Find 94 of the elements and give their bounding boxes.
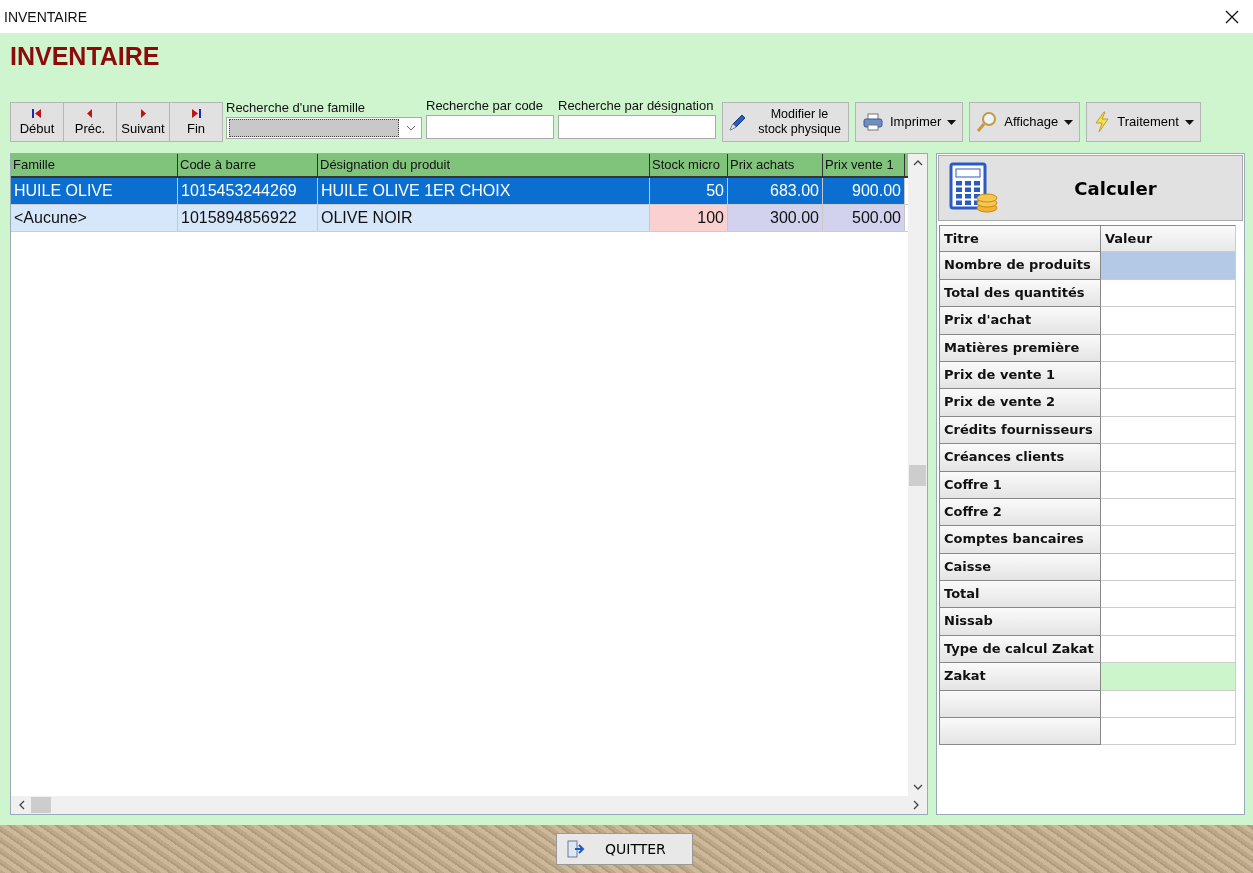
nav-button[interactable]: Début xyxy=(10,102,64,142)
row-header: Comptes bancaires xyxy=(939,526,1101,554)
row-header: Prix de vente 1 xyxy=(939,361,1101,390)
row-header: Coffre 2 xyxy=(939,498,1101,527)
row-header: Créances clients xyxy=(939,444,1101,472)
row-header: Matières première xyxy=(939,334,1101,362)
table-cell: HUILE OLIVE xyxy=(11,178,178,204)
field-label: Recherche d'une famille xyxy=(226,100,367,115)
value-cell[interactable] xyxy=(1101,252,1236,280)
column-header[interactable]: Désignation du produit xyxy=(318,154,650,176)
row-header: Total xyxy=(939,581,1101,609)
toolbar-button[interactable]: Affichage xyxy=(969,102,1081,142)
table-cell: 50 xyxy=(650,178,728,204)
table-row[interactable]: HUILE OLIVE 1015453244269 HUILE OLIVE 1ER CHOIX 50 683.00 900.00 xyxy=(11,178,908,205)
magnifier-icon xyxy=(976,111,999,133)
value-cell[interactable] xyxy=(1101,608,1236,636)
row-header: Nissab xyxy=(939,608,1101,636)
field-label: Recherche par désignation xyxy=(558,98,715,113)
horizontal-scrollbar[interactable] xyxy=(11,796,927,814)
value-cell[interactable] xyxy=(1101,416,1236,445)
row-header: Coffre 1 xyxy=(939,471,1101,499)
row-header: Caisse xyxy=(939,553,1101,582)
value-cell[interactable] xyxy=(1101,553,1236,582)
column-header[interactable]: Prix vente 1 xyxy=(823,154,905,176)
row-header: Crédits fournisseurs xyxy=(939,416,1101,445)
table-cell: 1015894856922 xyxy=(178,205,318,231)
field-label: Recherche par code xyxy=(426,98,545,113)
quit-button[interactable]: QUITTER xyxy=(556,833,693,865)
column-header: Valeur xyxy=(1101,225,1236,253)
value-cell[interactable] xyxy=(1101,635,1236,664)
row-header: Prix de vente 2 xyxy=(939,389,1101,417)
column-header[interactable]: Code à barre xyxy=(178,154,318,176)
exit-door-icon xyxy=(565,839,585,859)
row-header: Nombre de produits xyxy=(939,252,1101,280)
calculator-coins-icon xyxy=(949,162,999,214)
row-header: Type de calcul Zakat xyxy=(939,635,1101,664)
row-header: Zakat xyxy=(939,663,1101,691)
value-cell[interactable] xyxy=(1101,526,1236,554)
table-cell: 100 xyxy=(650,205,728,231)
page-heading: INVENTAIRE xyxy=(10,42,161,72)
chevron-right-icon xyxy=(913,800,919,810)
value-cell[interactable] xyxy=(1101,690,1236,719)
value-cell[interactable] xyxy=(1101,389,1236,417)
toolbar-button[interactable]: Modifier le stock physique xyxy=(722,102,849,142)
value-cell[interactable] xyxy=(1101,471,1236,499)
value-cell[interactable] xyxy=(1101,498,1236,527)
chevron-down-icon xyxy=(912,784,923,790)
column-header[interactable]: Famille xyxy=(11,154,178,176)
table-cell: 900.00 xyxy=(823,178,905,204)
scroll-thumb[interactable] xyxy=(909,464,926,486)
row-header: Total des quantités xyxy=(939,279,1101,308)
chevron-up-icon xyxy=(912,160,923,166)
table-cell: 683.00 xyxy=(728,178,823,204)
value-cell[interactable] xyxy=(1101,718,1236,746)
code-search-field[interactable] xyxy=(426,115,554,139)
value-cell[interactable] xyxy=(1101,307,1236,335)
calculate-button[interactable]: Calculer xyxy=(938,155,1243,221)
value-cell[interactable] xyxy=(1101,663,1236,691)
value-cell[interactable] xyxy=(1101,279,1236,308)
chevron-icon xyxy=(406,125,416,131)
chevron-left-icon xyxy=(19,800,25,810)
nav-button[interactable]: Suivant xyxy=(116,102,170,142)
value-cell[interactable] xyxy=(1101,581,1236,609)
vertical-scrollbar[interactable] xyxy=(908,154,927,796)
toolbar-button[interactable]: Imprimer xyxy=(855,102,964,142)
printer-icon xyxy=(862,112,884,132)
close-icon[interactable] xyxy=(1225,9,1239,24)
row-header: Prix d'achat xyxy=(939,307,1101,335)
nav-button[interactable]: Fin xyxy=(169,102,223,142)
column-header[interactable]: Prix achats xyxy=(728,154,823,176)
table-row[interactable]: <Aucune> 1015894856922 OLIVE NOIR 100 300.00 500.00 xyxy=(11,205,908,232)
table-cell: <Aucune> xyxy=(11,205,178,231)
table-cell: 500.00 xyxy=(823,205,905,231)
caret-icon xyxy=(1064,119,1074,125)
scroll-thumb[interactable] xyxy=(31,797,51,813)
skip-icon xyxy=(31,108,43,119)
caret-icon xyxy=(1184,119,1194,125)
skip-icon xyxy=(190,108,202,119)
caret-icon xyxy=(947,119,957,125)
lightning-icon xyxy=(1093,111,1112,133)
toolbar-button[interactable]: Traitement xyxy=(1086,102,1201,142)
table-cell: 300.00 xyxy=(728,205,823,231)
value-cell[interactable] xyxy=(1101,444,1236,472)
value-cell[interactable] xyxy=(1101,334,1236,362)
value-cell[interactable] xyxy=(1101,361,1236,390)
column-header: Titre xyxy=(939,225,1101,253)
nav-button[interactable]: Préc. xyxy=(63,102,117,142)
window-title: INVENTAIRE xyxy=(4,8,87,25)
family-dropdown[interactable] xyxy=(226,117,422,139)
designation-search-field[interactable] xyxy=(558,115,716,139)
table-cell: OLIVE NOIR xyxy=(318,205,650,231)
column-header[interactable]: Stock micro xyxy=(650,154,728,176)
table-cell: 1015453244269 xyxy=(178,178,318,204)
table-cell: HUILE OLIVE 1ER CHOIX xyxy=(318,178,650,204)
